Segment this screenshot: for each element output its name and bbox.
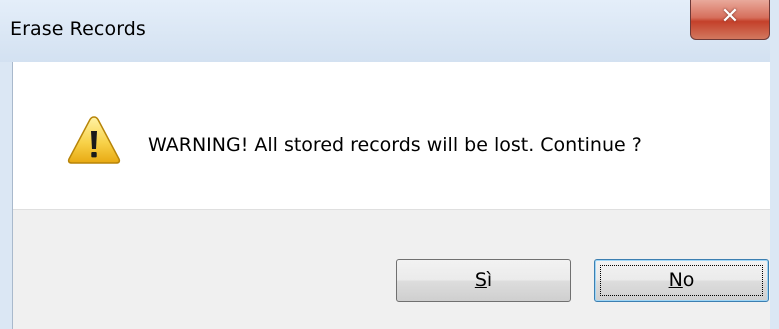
yes-mnemonic: S (474, 269, 487, 291)
title-bar[interactable]: Erase Records ✕ (0, 0, 779, 62)
yes-label-rest: ì (486, 269, 493, 291)
no-label-rest: o (682, 269, 695, 291)
warning-message: WARNING! All stored records will be lost… (148, 134, 642, 156)
close-button[interactable]: ✕ (690, 0, 770, 40)
dialog-content: WARNING! All stored records will be lost… (12, 62, 770, 329)
no-button-label: No (669, 269, 695, 291)
no-button[interactable]: No (594, 259, 769, 302)
erase-records-dialog: Erase Records ✕ WARNING! All stored reco… (0, 0, 779, 329)
yes-button-label: Sì (475, 269, 492, 291)
window-frame-right (770, 0, 779, 329)
no-mnemonic: N (668, 269, 683, 291)
yes-button[interactable]: Sì (396, 259, 571, 302)
warning-icon (67, 116, 121, 164)
close-icon: ✕ (720, 4, 740, 29)
dialog-title: Erase Records (10, 18, 146, 40)
